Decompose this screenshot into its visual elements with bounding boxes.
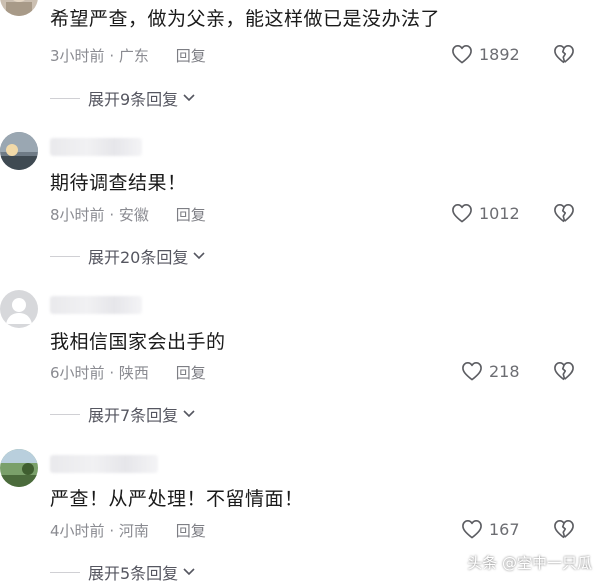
comment-location: 陕西 — [118, 364, 149, 382]
meta-separator: · — [109, 47, 115, 65]
like-count: 1012 — [479, 203, 520, 223]
comment-text: 严查！从严处理！不留情面！ — [50, 488, 304, 510]
expand-label: 展开5条回复 — [88, 564, 179, 583]
heart-outline-icon — [462, 362, 482, 381]
dislike-button[interactable] — [553, 44, 575, 68]
expand-replies[interactable]: 展开20条回复 — [50, 244, 206, 268]
comment-location: 广东 — [118, 47, 149, 65]
broken-heart-icon — [554, 520, 574, 539]
comment-text: 期待调查结果！ — [50, 172, 187, 194]
avatar[interactable] — [0, 0, 38, 16]
expand-divider — [50, 97, 80, 99]
username-redacted — [50, 455, 158, 473]
comment-location: 河南 — [118, 522, 149, 540]
like-count: 1892 — [479, 44, 520, 64]
broken-heart-icon — [554, 45, 574, 64]
watermark: 头条 @空中一只瓜 — [467, 554, 592, 572]
like-button[interactable]: 1892 — [451, 44, 520, 64]
comment-location: 安徽 — [118, 206, 149, 224]
comment-meta: 3小时前 · 广东 回复 — [50, 45, 206, 66]
broken-heart-icon — [554, 204, 574, 223]
like-count: 218 — [489, 361, 520, 381]
username-redacted — [50, 138, 142, 156]
comment-text: 我相信国家会出手的 — [50, 331, 226, 353]
reply-button[interactable]: 回复 — [176, 522, 206, 540]
heart-outline-icon — [462, 520, 482, 539]
meta-separator: · — [109, 522, 115, 540]
expand-label: 展开20条回复 — [88, 248, 189, 267]
heart-outline-icon — [452, 45, 472, 64]
chevron-down-icon — [183, 410, 195, 418]
meta-separator: · — [109, 364, 115, 382]
like-button[interactable]: 218 — [461, 361, 520, 381]
meta-separator: · — [109, 206, 115, 224]
expand-label: 展开7条回复 — [88, 406, 179, 425]
comment-meta: 4小时前 · 河南 回复 — [50, 520, 206, 541]
dislike-button[interactable] — [553, 203, 575, 227]
expand-divider — [50, 255, 80, 257]
comment-time: 8小时前 — [50, 206, 105, 224]
dislike-button[interactable] — [553, 519, 575, 543]
dislike-button[interactable] — [553, 361, 575, 385]
reply-button[interactable]: 回复 — [176, 47, 206, 65]
broken-heart-icon — [554, 362, 574, 381]
comment-time: 6小时前 — [50, 364, 105, 382]
like-count: 167 — [489, 519, 520, 539]
expand-replies[interactable]: 展开9条回复 — [50, 86, 196, 110]
expand-replies[interactable]: 展开7条回复 — [50, 402, 196, 426]
expand-divider — [50, 413, 80, 415]
like-button[interactable]: 1012 — [451, 203, 520, 223]
reply-button[interactable]: 回复 — [176, 206, 206, 224]
comment-meta: 6小时前 · 陕西 回复 — [50, 362, 206, 383]
chevron-down-icon — [183, 568, 195, 576]
username-redacted — [50, 296, 142, 314]
avatar[interactable] — [0, 290, 38, 328]
comment-text: 希望严查，做为父亲，能这样做已是没办法了 — [50, 8, 441, 30]
avatar[interactable] — [0, 449, 38, 487]
expand-divider — [50, 571, 80, 573]
like-button[interactable]: 167 — [461, 519, 520, 539]
chevron-down-icon — [183, 94, 195, 102]
comment-meta: 8小时前 · 安徽 回复 — [50, 204, 206, 225]
expand-label: 展开9条回复 — [88, 90, 179, 109]
expand-replies[interactable]: 展开5条回复 — [50, 560, 196, 584]
avatar[interactable] — [0, 132, 38, 170]
comment-time: 4小时前 — [50, 522, 105, 540]
comment-time: 3小时前 — [50, 47, 105, 65]
chevron-down-icon — [193, 252, 205, 260]
reply-button[interactable]: 回复 — [176, 364, 206, 382]
heart-outline-icon — [452, 204, 472, 223]
